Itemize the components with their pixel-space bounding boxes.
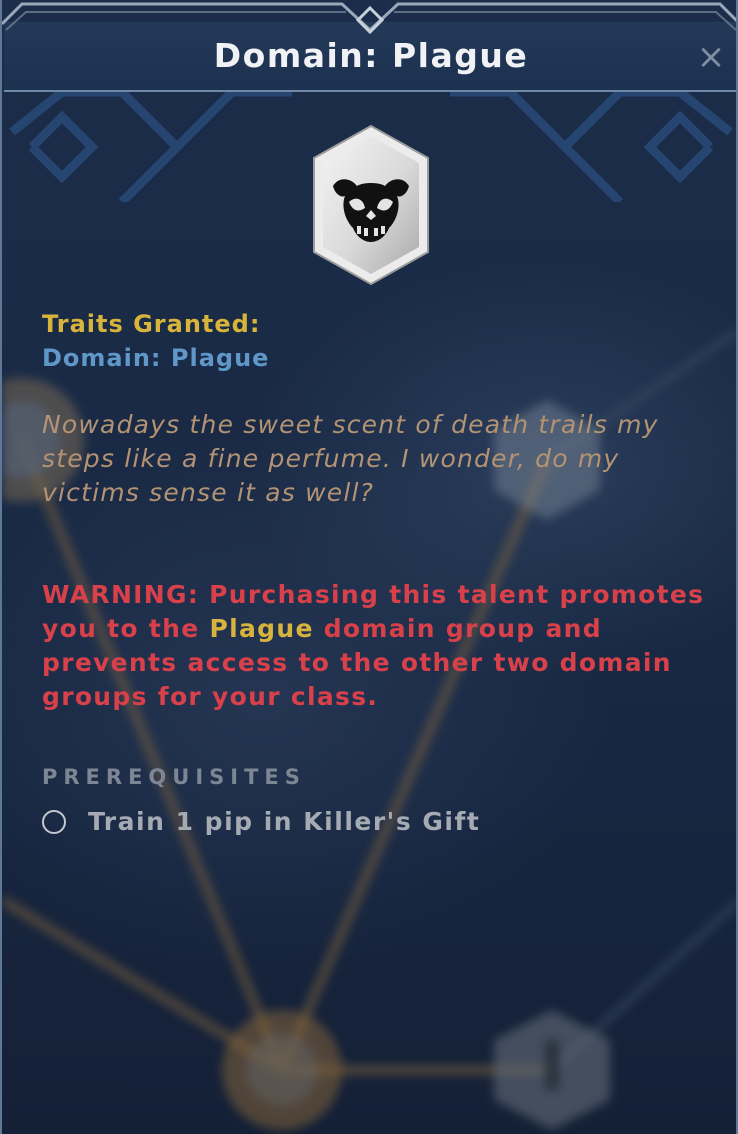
incomplete-circle-icon: [42, 810, 66, 834]
warning-text: WARNING: Purchasing this talent promotes…: [42, 578, 722, 714]
flavor-text: Nowadays the sweet scent of death trails…: [42, 410, 659, 507]
prerequisite-item: Train 1 pip in Killer's Gift: [42, 804, 480, 840]
dialog-title: Domain: Plague: [213, 36, 529, 75]
talent-tooltip-panel: Domain: Plague × Traits Granted: Domain:…: [0, 0, 738, 1134]
plague-skull-icon: [313, 124, 429, 286]
prerequisites-heading: PREREQUISITES: [42, 765, 306, 789]
warning-domain-highlight: Plague: [209, 614, 314, 643]
trait-domain-plague: Domain: Plague: [42, 344, 270, 372]
top-frame-ornament: [2, 2, 736, 34]
close-icon[interactable]: ×: [694, 40, 728, 74]
traits-granted-label: Traits Granted:: [42, 310, 261, 338]
prerequisite-text: Train 1 pip in Killer's Gift: [88, 807, 481, 836]
